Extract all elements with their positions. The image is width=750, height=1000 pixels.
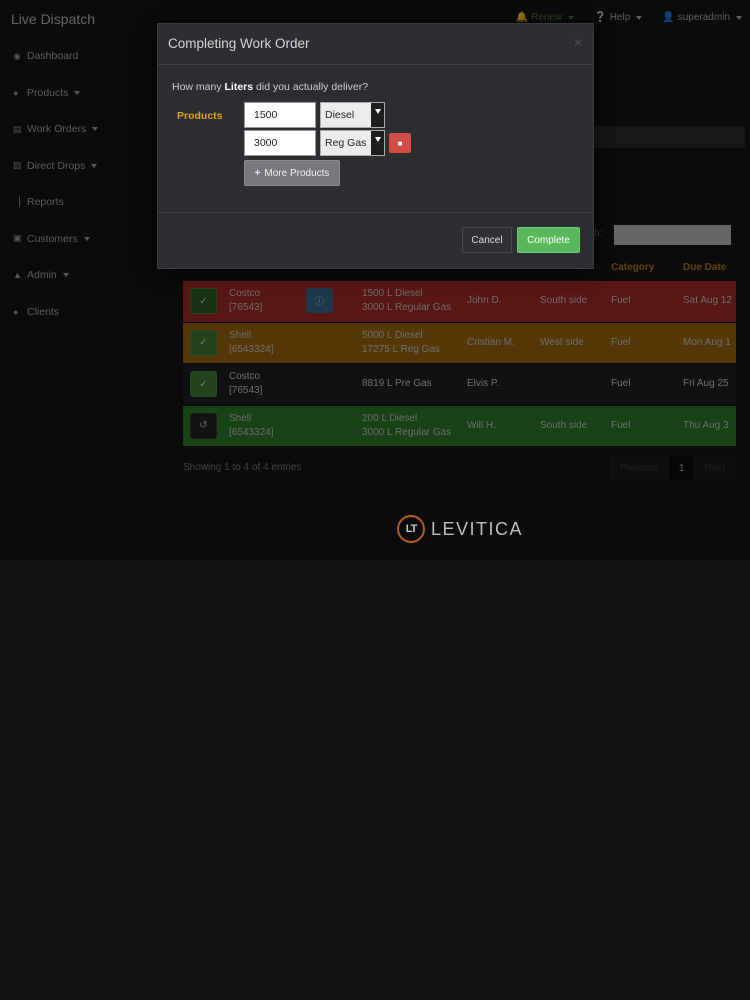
chevron-down-icon (371, 131, 384, 155)
more-products-button[interactable]: + More Products (244, 160, 340, 186)
plus-icon: + (254, 167, 261, 179)
delivery-question: How many Liters did you actually deliver… (172, 81, 368, 93)
product-select-value: Reg Gas (325, 137, 367, 149)
quantity-input[interactable]: 3000 (244, 130, 316, 156)
product-select[interactable]: Diesel (320, 102, 385, 128)
modal-footer: Cancel Complete (158, 213, 593, 269)
product-select[interactable]: Reg Gas (320, 130, 385, 156)
close-icon[interactable]: × (574, 34, 582, 50)
products-label: Products (177, 110, 223, 122)
question-prefix: How many (172, 81, 225, 93)
more-products-label: More Products (264, 167, 330, 179)
logo-mark-icon: LT (397, 515, 425, 543)
delete-line-button[interactable]: ■ (389, 133, 411, 153)
complete-work-order-modal: Completing Work Order × How many Liters … (157, 23, 594, 269)
product-select-value: Diesel (325, 109, 355, 121)
cancel-button[interactable]: Cancel (462, 227, 512, 253)
complete-button[interactable]: Complete (517, 227, 580, 253)
trash-icon: ■ (397, 138, 403, 148)
levitica-logo: LT LEVITICA (397, 515, 523, 543)
chevron-down-icon (371, 103, 384, 127)
modal-body: How many Liters did you actually deliver… (158, 65, 593, 213)
modal-title: Completing Work Order (168, 36, 310, 51)
logo-text: LEVITICA (431, 518, 524, 539)
logo-mark-text: LT (405, 523, 418, 535)
modal-header: Completing Work Order × (158, 24, 593, 65)
quantity-input[interactable]: 1500 (244, 102, 316, 128)
question-unit: Liters (224, 81, 254, 93)
question-suffix: did you actually deliver? (253, 81, 369, 93)
